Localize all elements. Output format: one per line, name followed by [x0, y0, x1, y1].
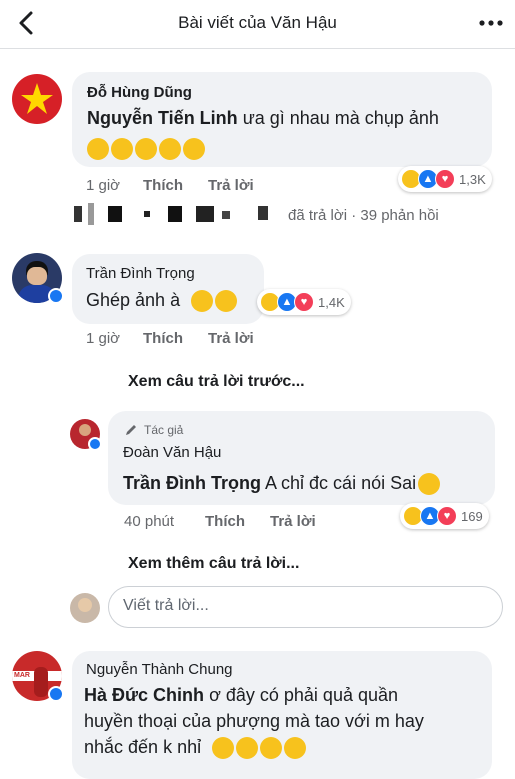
pencil-icon — [126, 425, 136, 435]
rofl-emoji-icon — [87, 138, 109, 160]
comment-text: Nguyễn Tiến Linh ưa gì nhau mà chụp ảnh — [87, 108, 439, 129]
comment-body: ơ đây có phải quả quần — [209, 685, 399, 705]
emoji-row — [87, 138, 207, 160]
rofl-emoji-icon — [111, 138, 133, 160]
comment-text-line-1: Hà Đức Chinh ơ đây có phải quả quần — [84, 685, 398, 706]
reaction-summary[interactable]: ▲ ♥ 1,4K — [257, 289, 351, 315]
top-bar: Bài viết của Văn Hậu — [0, 0, 515, 49]
current-user-avatar — [70, 593, 100, 623]
reaction-summary[interactable]: ▲ ♥ 169 — [400, 503, 489, 529]
rofl-emoji-icon — [183, 138, 205, 160]
reply-body: A chỉ đc cái nói Sai — [265, 473, 417, 493]
reply-button[interactable]: Trả lời — [208, 330, 254, 347]
comment-bubble: Đỗ Hùng Dũng Nguyễn Tiến Linh ưa gì nhau… — [72, 72, 492, 167]
online-status-icon — [48, 288, 64, 304]
view-more-replies-link[interactable]: Xem thêm câu trả lời... — [128, 555, 299, 573]
reply-bubble: Tác giả Đoàn Văn Hậu Trần Đình Trọng A c… — [108, 411, 495, 505]
comment-author[interactable]: Đỗ Hùng Dũng — [87, 84, 192, 101]
page-title: Bài viết của Văn Hậu — [178, 13, 337, 32]
reaction-count: 169 — [461, 508, 483, 524]
rofl-emoji-icon — [260, 737, 283, 760]
rofl-emoji-icon — [135, 138, 157, 160]
online-status-icon — [88, 437, 102, 451]
avatar[interactable] — [12, 74, 62, 124]
love-reaction-icon: ♥ — [435, 169, 455, 189]
comment-time: 1 giờ — [86, 177, 121, 194]
reaction-summary[interactable]: ▲ ♥ 1,3K — [398, 166, 492, 192]
mention-link[interactable]: Hà Đức Chinh — [84, 685, 204, 705]
love-reaction-icon: ♥ — [437, 506, 457, 526]
flag-star-icon — [21, 83, 53, 114]
reaction-count: 1,3K — [459, 171, 486, 187]
redacted-replier-avatars[interactable] — [74, 203, 280, 225]
reply-author[interactable]: Đoàn Văn Hậu — [123, 444, 221, 461]
view-previous-replies-link[interactable]: Xem câu trả lời trước... — [128, 373, 305, 391]
comment-time: 1 giờ — [86, 330, 121, 347]
comment-bubble: Trần Đình Trọng Ghép ảnh à — [72, 254, 264, 324]
reply-input-placeholder: Viết trả lời... — [123, 597, 209, 614]
comment-text-line-3: nhắc đến k nhỉ — [84, 737, 308, 760]
reply-time: 40 phút — [124, 513, 175, 530]
mention-link[interactable]: Nguyễn Tiến Linh — [87, 108, 238, 128]
comment-body: Ghép ảnh à — [86, 290, 181, 310]
like-button[interactable]: Thích — [143, 330, 183, 347]
rofl-emoji-icon — [159, 138, 181, 160]
like-button[interactable]: Thích — [205, 513, 245, 530]
reply-input[interactable]: Viết trả lời... — [108, 586, 503, 628]
love-reaction-icon: ♥ — [294, 292, 314, 312]
rofl-emoji-icon — [236, 737, 259, 760]
online-status-icon — [48, 686, 64, 702]
laughing-emoji-icon — [418, 473, 441, 496]
rofl-emoji-icon — [212, 737, 235, 760]
comment-bubble: Nguyễn Thành Chung Hà Đức Chinh ơ đây có… — [72, 651, 492, 779]
reply-button[interactable]: Trả lời — [270, 513, 316, 530]
reaction-count: 1,4K — [318, 294, 345, 310]
comment-body: ưa gì nhau mà chụp ảnh — [242, 108, 439, 128]
comment-author[interactable]: Trần Đình Trọng — [86, 265, 195, 282]
thinking-emoji-icon — [215, 290, 238, 313]
rofl-emoji-icon — [284, 737, 307, 760]
thinking-emoji-icon — [191, 290, 214, 313]
like-button[interactable]: Thích — [143, 177, 183, 194]
reply-summary[interactable]: đã trả lời · 39 phản hồi — [288, 207, 439, 224]
reply-button[interactable]: Trả lời — [208, 177, 254, 194]
more-options-icon[interactable] — [478, 13, 504, 33]
author-badge: Tác giả — [144, 423, 184, 437]
comment-text-line-2: huyền thoại của phượng mà tao với m hay — [84, 711, 424, 731]
mention-link[interactable]: Trần Đình Trọng — [123, 473, 261, 493]
comment-body: nhắc đến k nhỉ — [84, 737, 202, 757]
comment-text: Ghép ảnh à — [86, 290, 239, 313]
reply-text: Trần Đình Trọng A chỉ đc cái nói Sai — [123, 473, 442, 496]
comment-author[interactable]: Nguyễn Thành Chung — [86, 661, 233, 678]
